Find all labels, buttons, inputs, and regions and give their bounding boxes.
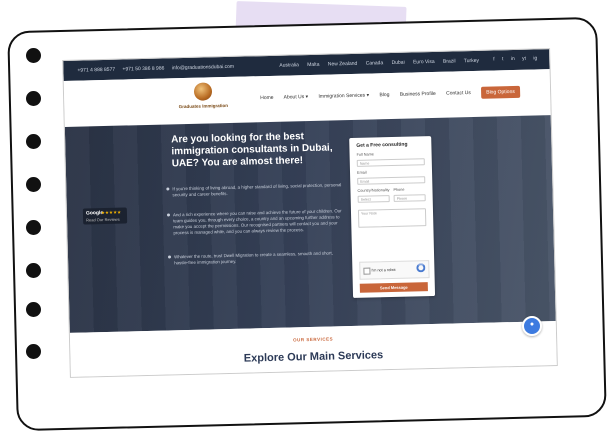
hero-heading: Are you looking for the best immigration… xyxy=(171,131,333,170)
recaptcha-icon xyxy=(416,263,426,273)
hero-section: Google ★★★★★ Read Our Reviews Are you lo… xyxy=(64,115,556,333)
website-screenshot: +971 4 888 8577 +971 50 386 8 986 info@g… xyxy=(62,48,558,378)
binder-ring xyxy=(26,134,41,149)
menu: Home About Us ▾ Immigration Services ▾ B… xyxy=(260,85,529,101)
menu-item-about[interactable]: About Us ▾ xyxy=(284,94,309,101)
country-links: Australia Malta New Zealand Canada Dubai… xyxy=(279,58,486,69)
recaptcha-box: I'm not a robot xyxy=(359,260,430,280)
youtube-icon[interactable]: yt xyxy=(522,56,526,62)
country-link[interactable]: Malta xyxy=(307,62,319,68)
hero-paragraph: And a rich experience where you can rais… xyxy=(166,208,346,236)
section-title: Explore Our Main Services xyxy=(243,349,384,365)
binder-ring xyxy=(26,91,41,106)
country-label: Country/Nationality xyxy=(357,188,390,193)
bullet-icon xyxy=(167,255,172,259)
country-link[interactable]: Australia xyxy=(279,62,299,68)
email-link[interactable]: info@graduationsdubai.com xyxy=(172,64,234,72)
rating-stars: ★★★★★ xyxy=(100,209,122,216)
country-select[interactable]: Select xyxy=(357,195,390,203)
form-title: Get a Free consulting xyxy=(356,141,408,149)
email-field[interactable]: Email xyxy=(357,176,426,185)
email-label: Email xyxy=(356,170,367,175)
chat-icon: ● xyxy=(529,321,535,328)
twitter-icon[interactable]: t xyxy=(502,56,504,62)
menu-item-contact[interactable]: Contact Us xyxy=(446,90,471,97)
menu-item-home[interactable]: Home xyxy=(260,95,273,101)
captcha-checkbox[interactable] xyxy=(363,267,371,275)
globe-icon xyxy=(193,82,213,101)
google-reviews-badge[interactable]: Google ★★★★★ Read Our Reviews xyxy=(82,207,128,225)
phone-link[interactable]: +971 4 888 8577 xyxy=(77,67,115,74)
binder-ring xyxy=(26,344,41,359)
message-textarea[interactable]: Your Note xyxy=(357,208,427,228)
binder-ring xyxy=(26,177,41,192)
section-overline: OUR SERVICES xyxy=(293,336,334,343)
site-logo[interactable]: Graduates Immigration xyxy=(178,82,229,119)
menu-item-blog[interactable]: Blog xyxy=(379,92,389,98)
country-link[interactable]: Euro Visa xyxy=(413,59,435,66)
binder-ring xyxy=(26,263,41,278)
menu-item-profile[interactable]: Business Profile xyxy=(400,91,436,98)
chat-button[interactable]: ● xyxy=(522,316,542,336)
submit-button[interactable]: Send Message xyxy=(359,282,428,293)
bullet-icon xyxy=(166,187,170,191)
reviews-link: Read Our Reviews xyxy=(86,216,120,223)
phone-field[interactable]: Phone xyxy=(393,194,426,202)
menu-cta-button[interactable]: Blog Options xyxy=(481,85,520,99)
country-link[interactable]: Turkey xyxy=(464,58,479,64)
linkedin-icon[interactable]: in xyxy=(511,56,515,62)
phone-label: Phone xyxy=(393,187,405,192)
binder-ring xyxy=(26,220,41,235)
paragraph-text: And a rich experience where you can rais… xyxy=(172,208,342,236)
country-link[interactable]: Canada xyxy=(366,60,384,66)
instagram-icon[interactable]: ig xyxy=(533,55,537,61)
menu-item-services[interactable]: Immigration Services ▾ xyxy=(318,93,369,100)
binder-ring xyxy=(26,48,41,63)
name-label: Full Name xyxy=(356,152,374,157)
captcha-label: I'm not a robot xyxy=(371,267,396,273)
name-field[interactable]: Name xyxy=(356,158,425,167)
country-link[interactable]: New Zealand xyxy=(328,61,358,68)
phone-link[interactable]: +971 50 386 8 986 xyxy=(122,66,164,73)
binder-ring xyxy=(26,302,41,317)
country-link[interactable]: Dubai xyxy=(392,60,405,66)
logo-text: Graduates Immigration xyxy=(178,102,229,110)
country-link[interactable]: Brazil xyxy=(443,58,456,64)
social-links: f t in yt ig xyxy=(487,55,537,62)
bullet-icon xyxy=(166,213,171,217)
facebook-icon[interactable]: f xyxy=(493,56,495,62)
consultation-form: Get a Free consulting Full Name Name Ema… xyxy=(349,136,436,298)
contact-list: +971 4 888 8577 +971 50 386 8 986 info@g… xyxy=(77,64,240,74)
